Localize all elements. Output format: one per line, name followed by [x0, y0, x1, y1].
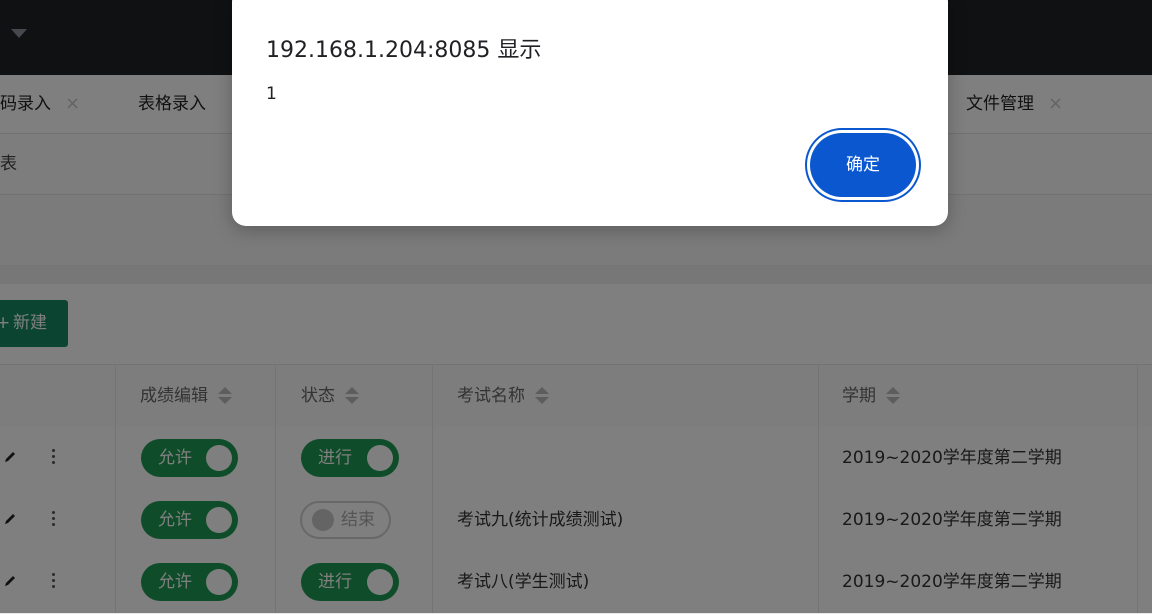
dialog-message: 1 — [266, 84, 277, 104]
alert-dialog: 192.168.1.204:8085 显示 1 确定 — [232, 0, 948, 226]
dialog-title: 192.168.1.204:8085 显示 — [266, 38, 542, 63]
ok-button[interactable]: 确定 — [810, 133, 916, 197]
